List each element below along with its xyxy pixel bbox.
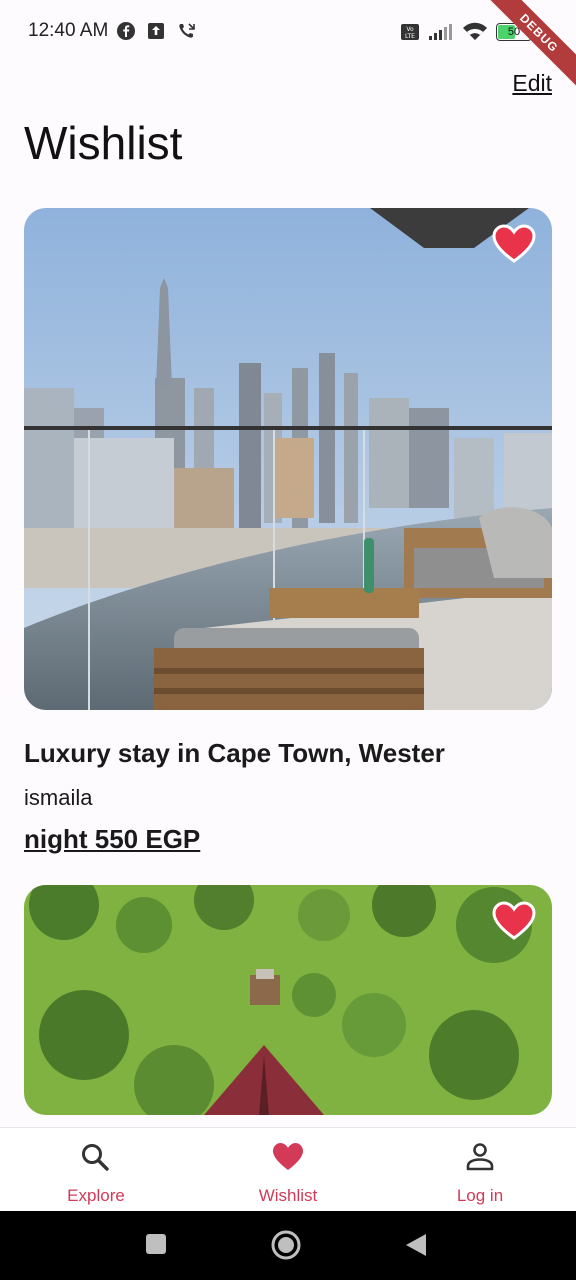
- status-notification-icons: [116, 21, 198, 41]
- forest-aerial-image: [24, 885, 552, 1115]
- nav-item-login[interactable]: Log in: [384, 1128, 576, 1212]
- listing-title[interactable]: Luxury stay in Cape Town, Wester: [24, 738, 445, 769]
- nav-item-wishlist[interactable]: Wishlist: [192, 1128, 384, 1212]
- signal-icon: [429, 24, 452, 40]
- nav-label-login: Log in: [456, 1186, 504, 1205]
- listing-photo[interactable]: [24, 208, 552, 710]
- call-icon: [179, 23, 195, 38]
- volte-icon: Vo LTE: [401, 24, 419, 40]
- balcony-city-view-image: [24, 208, 552, 710]
- status-time: 12:40 AM: [28, 20, 109, 41]
- listing-price: night 550 EGP: [24, 824, 201, 854]
- listing-photo[interactable]: [24, 885, 552, 1115]
- back-icon[interactable]: [404, 1233, 428, 1257]
- status-bar: 12:40 AM Vo LTE 50 DEBUG: [0, 0, 576, 94]
- heart-icon[interactable]: [492, 901, 536, 941]
- person-icon: [466, 1143, 494, 1171]
- home-icon[interactable]: [270, 1229, 302, 1261]
- nav-item-explore[interactable]: Explore: [0, 1128, 192, 1212]
- upload-icon: [148, 23, 164, 39]
- page-title: Wishlist: [24, 117, 183, 169]
- heart-icon: [273, 1143, 303, 1170]
- bottom-navigation: Explore Wishlist Log in: [0, 1127, 576, 1212]
- svg-text:LTE: LTE: [405, 33, 415, 40]
- facebook-icon: [117, 22, 135, 40]
- nav-label-wishlist: Wishlist: [258, 1186, 318, 1205]
- svg-text:Vo: Vo: [406, 26, 414, 33]
- recents-icon[interactable]: [145, 1233, 167, 1255]
- listing-host: ismaila: [24, 785, 93, 810]
- search-icon: [82, 1144, 109, 1171]
- system-navigation-bar: [0, 1211, 576, 1280]
- edit-button[interactable]: Edit: [512, 70, 552, 97]
- nav-label-explore: Explore: [67, 1186, 125, 1205]
- heart-icon[interactable]: [492, 224, 536, 264]
- wifi-icon: [463, 22, 487, 40]
- status-system-icons: Vo LTE 50: [400, 22, 532, 42]
